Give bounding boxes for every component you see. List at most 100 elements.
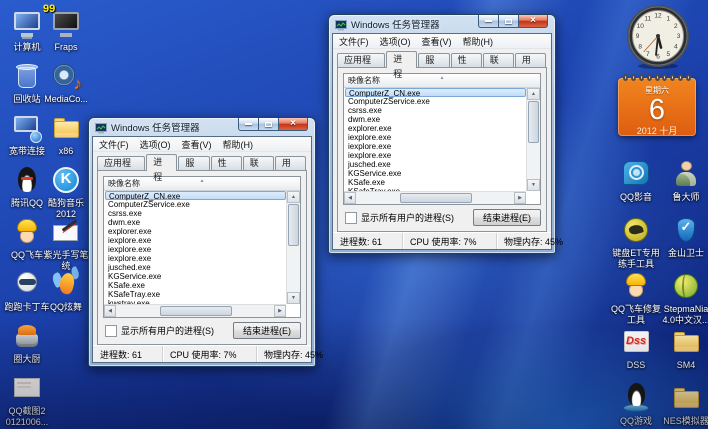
desktop-icon-keyboard-et-tool[interactable]: 键盘ET专用 练手工具 (610, 214, 662, 269)
minimize-button[interactable] (238, 118, 258, 131)
menu-options[interactable]: 选项(O) (140, 138, 171, 151)
desktop-icon-qq-screenshot[interactable]: QQ截图2 0121006... (1, 372, 53, 427)
desktop-icon-chef[interactable]: 圈大厨 (1, 320, 53, 365)
scroll-down-icon[interactable]: ▼ (527, 179, 540, 191)
tab-processes[interactable]: 进程 (386, 51, 417, 68)
menu-file[interactable]: 文件(F) (339, 35, 369, 48)
scroll-down-icon[interactable]: ▼ (287, 292, 300, 304)
process-row[interactable]: explorer.exe (105, 227, 286, 236)
process-row[interactable]: KSafe.exe (345, 178, 526, 187)
close-button[interactable]: × (278, 118, 308, 131)
horizontal-scroll-thumb[interactable] (160, 306, 232, 316)
desktop-icon-fraps[interactable]: Fraps 99 (40, 8, 92, 53)
process-row[interactable]: iexplore.exe (105, 245, 286, 254)
vertical-scrollbar[interactable]: ▲ ▼ (286, 191, 300, 304)
tab-performance[interactable]: 性能 (211, 156, 242, 170)
tab-services[interactable]: 服务 (418, 53, 449, 67)
task-manager-window-left[interactable]: Windows 任务管理器 × 文件(F) 选项(O) 查看(V) 帮助(H) … (88, 117, 316, 367)
process-list[interactable]: 映像名称 ▲ ComputerZ_CN.exeComputerZService.… (343, 73, 541, 205)
title-bar[interactable]: Windows 任务管理器 × (89, 118, 315, 136)
desktop-icon-qq-player[interactable]: QQ影音 (610, 158, 662, 203)
tab-services[interactable]: 服务 (178, 156, 209, 170)
process-row[interactable]: iexplore.exe (345, 151, 526, 160)
column-header-image-name[interactable]: 映像名称 ▲ (104, 177, 300, 191)
tab-networking[interactable]: 联网 (243, 156, 274, 170)
end-process-button[interactable]: 结束进程(E) (233, 322, 301, 339)
process-row[interactable]: dwm.exe (105, 218, 286, 227)
horizontal-scroll-thumb[interactable] (400, 193, 472, 203)
process-list[interactable]: 映像名称 ▲ ComputerZ_CN.exeComputerZService.… (103, 176, 301, 318)
maximize-button[interactable] (498, 15, 518, 28)
horizontal-scrollbar[interactable]: ◀ ▶ (344, 191, 526, 204)
process-row[interactable]: iexplore.exe (105, 254, 286, 263)
show-all-users-checkbox[interactable] (105, 325, 117, 337)
vertical-scrollbar[interactable]: ▲ ▼ (526, 88, 540, 191)
desktop-icon-kugou-music[interactable]: 酷狗音乐 2012 (40, 164, 92, 219)
process-row[interactable]: iexplore.exe (345, 133, 526, 142)
process-row[interactable]: csrss.exe (105, 209, 286, 218)
desktop-icon-sm4-folder[interactable]: SM4 (660, 326, 708, 371)
menu-view[interactable]: 查看(V) (182, 138, 212, 151)
tab-applications[interactable]: 应用程序 (337, 53, 385, 67)
desktop-icon-qq-game[interactable]: QQ游戏 (610, 382, 662, 427)
desktop-icon-x86-folder[interactable]: x86 (40, 112, 92, 157)
scroll-up-icon[interactable]: ▲ (527, 88, 540, 100)
process-row[interactable]: KSafeTray.exe (105, 290, 286, 299)
desktop-icon-qq-speed-repair-tool[interactable]: QQ飞车修复 工具 (610, 270, 662, 325)
tab-applications[interactable]: 应用程序 (97, 156, 145, 170)
process-row[interactable]: jusched.exe (105, 263, 286, 272)
process-row[interactable]: iexplore.exe (345, 142, 526, 151)
column-header-image-name[interactable]: 映像名称 ▲ (344, 74, 540, 88)
desktop-icon-ludashi[interactable]: 鲁大师 (660, 158, 708, 203)
scroll-left-icon[interactable]: ◀ (104, 305, 116, 317)
tab-networking[interactable]: 联网 (483, 53, 514, 67)
title-bar[interactable]: Windows 任务管理器 × (329, 15, 555, 33)
tab-strip: 应用程序 进程 服务 性能 联网 用户 (333, 49, 551, 67)
desktop-icon-kingsoft-guard[interactable]: 金山卫士 (660, 214, 708, 259)
process-row[interactable]: ComputerZService.exe (345, 97, 526, 106)
caption-buttons: × (478, 15, 548, 28)
scroll-right-icon[interactable]: ▶ (514, 192, 526, 204)
vertical-scroll-thumb[interactable] (288, 204, 299, 246)
process-row[interactable]: KSafe.exe (105, 281, 286, 290)
process-row[interactable]: ComputerZService.exe (105, 200, 286, 209)
end-process-button[interactable]: 结束进程(E) (473, 209, 541, 226)
task-manager-window-right[interactable]: Windows 任务管理器 × 文件(F) 选项(O) 查看(V) 帮助(H) … (328, 14, 556, 254)
tab-performance[interactable]: 性能 (451, 53, 482, 67)
menu-options[interactable]: 选项(O) (380, 35, 411, 48)
show-all-users-checkbox[interactable] (345, 212, 357, 224)
desktop-icon-dss[interactable]: DSS (610, 326, 662, 371)
maximize-button[interactable] (258, 118, 278, 131)
process-row[interactable]: csrss.exe (345, 106, 526, 115)
desktop-icon-qq-dance[interactable]: QQ炫舞 (40, 268, 92, 313)
close-button[interactable]: × (518, 15, 548, 28)
calendar-gadget[interactable]: 星期六 6 2012 十月 (618, 78, 696, 136)
menu-help[interactable]: 帮助(H) (463, 35, 494, 48)
process-row[interactable]: KGService.exe (105, 272, 286, 281)
desktop-icon-stepmania[interactable]: StepmaNia 4.0中文汉... (660, 270, 708, 325)
desktop-icon-unis-pen[interactable]: 紫光手写笔 统 (40, 216, 92, 271)
process-row[interactable]: explorer.exe (345, 124, 526, 133)
scroll-left-icon[interactable]: ◀ (344, 192, 356, 204)
vertical-scroll-thumb[interactable] (528, 101, 539, 143)
horizontal-scrollbar[interactable]: ◀ ▶ (104, 304, 286, 317)
process-row[interactable]: iexplore.exe (105, 236, 286, 245)
scroll-up-icon[interactable]: ▲ (287, 191, 300, 203)
desktop-icon-nes-emulator[interactable]: NES模拟器 (660, 382, 708, 427)
tab-users[interactable]: 用户 (515, 53, 546, 67)
tab-processes[interactable]: 进程 (146, 154, 177, 171)
minimize-button[interactable] (478, 15, 498, 28)
clock-gadget[interactable]: 123456789101112 (626, 4, 690, 70)
scroll-right-icon[interactable]: ▶ (274, 305, 286, 317)
menu-help[interactable]: 帮助(H) (223, 138, 254, 151)
process-row[interactable]: ComputerZ_CN.exe (345, 88, 526, 97)
menu-file[interactable]: 文件(F) (99, 138, 129, 151)
process-row[interactable]: ComputerZ_CN.exe (105, 191, 286, 200)
process-row[interactable]: dwm.exe (345, 115, 526, 124)
process-row[interactable]: jusched.exe (345, 160, 526, 169)
tab-users[interactable]: 用户 (275, 156, 306, 170)
desktop[interactable]: 计算机 回收站 宽带连接 腾讯QQ (0, 0, 708, 429)
desktop-icon-mediacoder[interactable]: MediaCo... (40, 60, 92, 105)
process-row[interactable]: KGService.exe (345, 169, 526, 178)
menu-view[interactable]: 查看(V) (422, 35, 452, 48)
